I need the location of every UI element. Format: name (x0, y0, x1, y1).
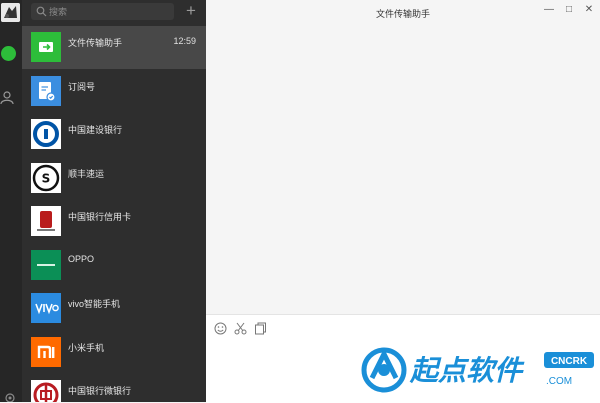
search-bar: + (22, 0, 206, 26)
settings-icon[interactable] (3, 390, 17, 402)
conversation-title: 文件传输助手 (375, 9, 430, 19)
minimize-button[interactable]: — (542, 4, 556, 16)
chat-name: vivo智能手机 (68, 299, 121, 309)
chat-item[interactable]: vivo智能手机 (22, 287, 206, 330)
chat-name: 订阅号 (68, 81, 96, 92)
emoji-icon[interactable] (214, 322, 227, 335)
boc-seal-icon (31, 206, 61, 236)
watermark-text: 起点软件 (409, 354, 525, 387)
chat-name: 中国银行信用卡 (68, 212, 132, 222)
watermark-domain: .COM (546, 376, 572, 387)
ccb-logo-icon (31, 119, 61, 149)
file-transfer-icon (31, 32, 61, 62)
maximize-button[interactable]: □ (562, 4, 576, 16)
add-button[interactable]: + (182, 2, 200, 20)
cncrk-watermark: 起点软件 CNCRK .COM (361, 347, 594, 393)
nav-rail (0, 0, 22, 402)
chat-list-panel: + 文件传输助手 12:59 订阅号中国建设银行 S 顺丰速运中国银行信用卡 OPPO vi… (22, 0, 206, 402)
chat-name: 小米手机 (68, 342, 105, 353)
chat-item[interactable]: OPPO (22, 244, 206, 287)
chat-name: 文件传输助手 (68, 38, 123, 48)
vivo-logo-icon (31, 293, 61, 323)
folder-icon[interactable] (254, 322, 267, 335)
sf-logo-icon: S (31, 162, 61, 193)
message-input-area: 起点软件 CNCRK .COM (206, 314, 600, 403)
chat-name: 中国银行微银行 (68, 386, 132, 396)
contacts-icon[interactable] (0, 90, 16, 106)
search-box[interactable] (31, 3, 174, 20)
chat-item[interactable]: 中国建设银行 (22, 113, 206, 156)
close-button[interactable]: ✕ (582, 4, 596, 16)
boc-logo-icon (31, 380, 61, 402)
chat-item[interactable]: 小米手机 (22, 331, 206, 374)
chat-item[interactable]: S 顺丰速运 (22, 157, 206, 200)
search-icon (36, 6, 47, 17)
chat-item[interactable]: 中国银行信用卡 (22, 200, 206, 243)
oppo-logo-icon (31, 249, 61, 280)
svg-text:S: S (42, 171, 51, 185)
chat-item[interactable]: 中国银行微银行 (22, 374, 206, 402)
watermark-badge: CNCRK (551, 356, 588, 367)
search-input[interactable] (49, 3, 169, 20)
mi-logo-icon (31, 336, 61, 367)
chat-item[interactable]: 文件传输助手 12:59 (22, 26, 206, 69)
scissors-icon[interactable] (234, 322, 247, 335)
chat-time: 12:59 (173, 36, 196, 46)
subscription-icon (31, 75, 61, 106)
user-avatar[interactable] (1, 3, 20, 22)
chat-name: 顺丰速运 (68, 168, 105, 179)
chat-item[interactable]: 订阅号 (22, 70, 206, 113)
conversation-panel: 文件传输助手 — □ ✕ 起点软件 CNCRK .COM (206, 0, 600, 403)
chat-name: OPPO (68, 253, 95, 264)
chat-tab-icon[interactable] (1, 46, 16, 61)
chat-name: 中国建设银行 (68, 125, 123, 135)
